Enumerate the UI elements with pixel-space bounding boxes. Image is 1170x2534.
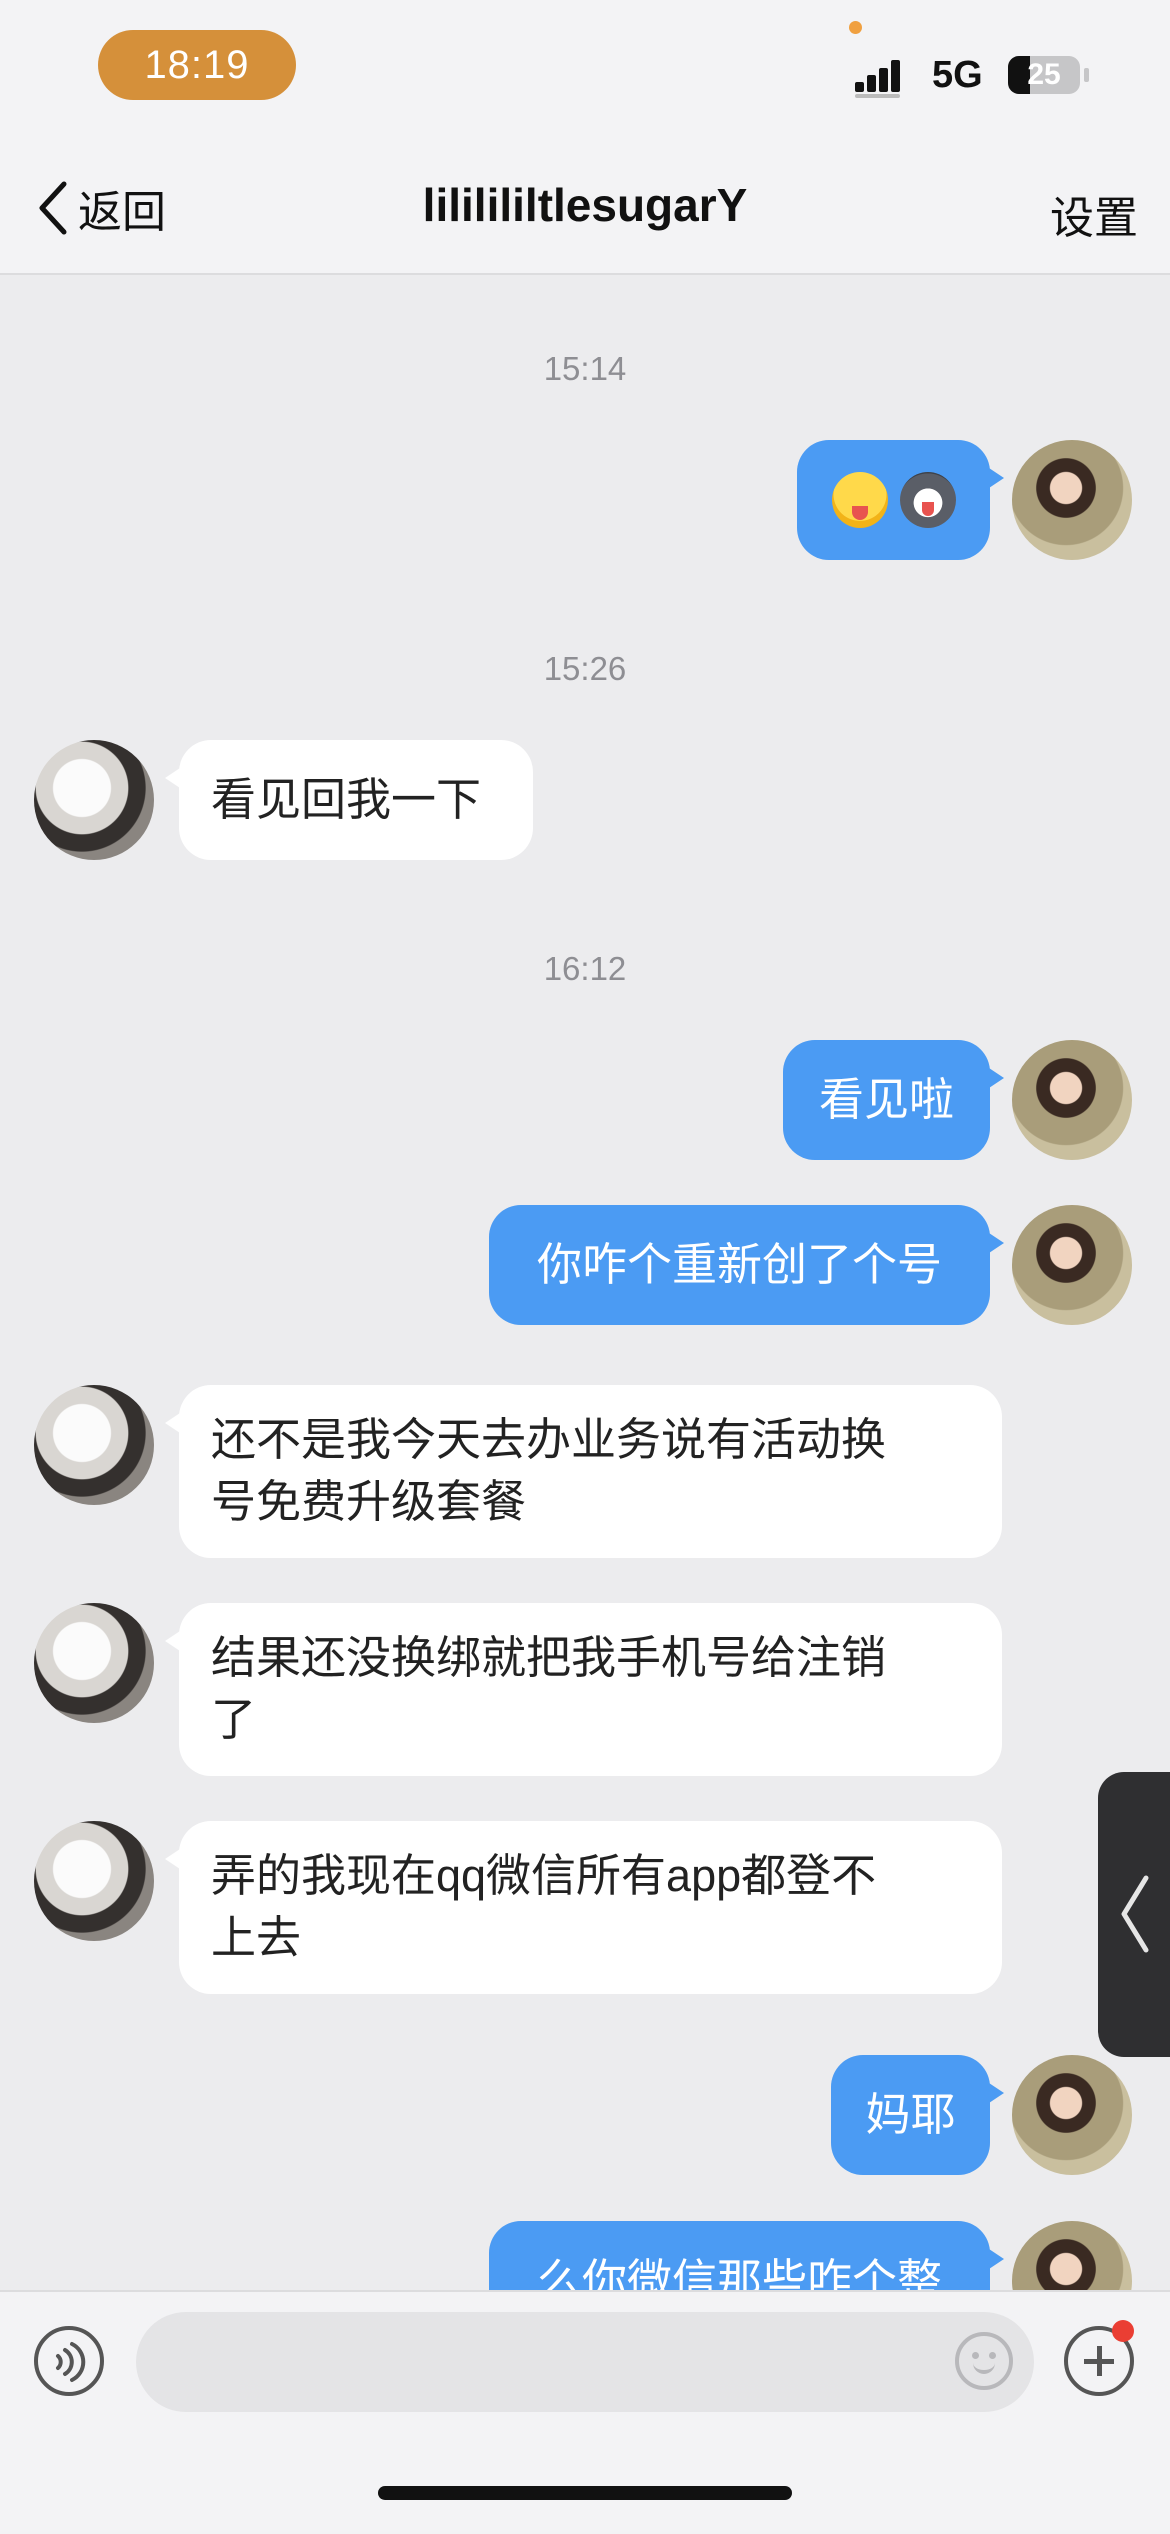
emoji-smile-icon[interactable] [955,2332,1013,2390]
privacy-indicator-dot [849,21,862,34]
my-avatar[interactable] [1012,2055,1132,2175]
incoming-message-bubble[interactable]: 看见回我一下 [165,740,533,860]
outgoing-message-bubble[interactable]: 你咋个重新创了个号 [489,1205,1004,1325]
contact-avatar[interactable] [34,740,154,860]
chat-message-list[interactable]: 15:14 15:26 看见回我一下 16:12 看见啦 你咋个重新创了个号 还… [0,275,1170,2290]
back-label: 返回 [78,188,166,237]
battery-tip [1084,68,1089,82]
chevron-left-icon [1121,1875,1149,1953]
contact-avatar[interactable] [34,1603,154,1723]
message-text: 么你微信那些咋个整 [536,2255,942,2290]
message-input[interactable] [136,2312,1034,2412]
message-text: 你咋个重新创了个号 [536,1239,942,1290]
husky-dog-emoji-icon [899,472,956,528]
message-line: 上去 [211,1912,302,1963]
side-panel-handle[interactable] [1098,1772,1170,2057]
chevron-left-icon [39,181,67,235]
status-time: 18:19 [98,30,296,100]
back-button[interactable]: 返回 [34,178,166,238]
my-avatar[interactable] [1012,2221,1132,2290]
battery-level: 25 [1027,58,1061,91]
message-line: 还不是我今天去办业务说有活动换 [211,1414,887,1465]
outgoing-message-bubble[interactable]: 看见啦 [783,1040,1004,1160]
timestamp: 15:14 [543,350,627,387]
outgoing-message-bubble[interactable]: 么你微信那些咋个整 [489,2221,1004,2290]
status-bar: 18:19 5G 25 [0,0,1170,140]
home-indicator [378,2486,792,2500]
message-text: 看见啦 [818,1074,954,1125]
network-type: 5G [932,54,983,96]
my-avatar[interactable] [1012,1040,1132,1160]
message-text: 看见回我一下 [211,774,482,825]
my-avatar[interactable] [1012,440,1132,560]
incoming-message-bubble[interactable]: 还不是我今天去办业务说有活动换 号免费升级套餐 [165,1385,1002,1558]
timestamp: 16:12 [543,950,627,987]
message-line: 号免费升级套餐 [211,1476,527,1527]
my-avatar[interactable] [1012,1205,1132,1325]
outgoing-emoji-bubble[interactable] [797,440,1004,560]
contact-avatar[interactable] [34,1821,154,1941]
tongue-face-emoji-icon [831,472,888,528]
settings-button[interactable]: 设置 [1050,182,1138,246]
incoming-message-bubble[interactable]: 弄的我现在qq微信所有app都登不 上去 [165,1821,1002,1994]
timestamp: 15:26 [543,650,627,687]
cellular-signal-icon [855,60,900,98]
battery-icon: 25 [1008,56,1080,94]
voice-wave-icon [56,2342,86,2382]
message-line: 了 [211,1694,257,1745]
outgoing-message-bubble[interactable]: 妈耶 [831,2055,1004,2175]
nav-bar: 返回 lililililtlesugarY 设置 [0,140,1170,275]
contact-avatar[interactable] [34,1385,154,1505]
message-text: 妈耶 [865,2089,956,2140]
message-line: 弄的我现在qq微信所有app都登不 [211,1850,877,1901]
chat-title: lililililtlesugarY [422,179,748,231]
incoming-message-bubble[interactable]: 结果还没换绑就把我手机号给注销 了 [165,1603,1002,1776]
notification-dot [1112,2320,1134,2342]
voice-input-button[interactable] [34,2326,104,2396]
message-line: 结果还没换绑就把我手机号给注销 [211,1632,887,1683]
